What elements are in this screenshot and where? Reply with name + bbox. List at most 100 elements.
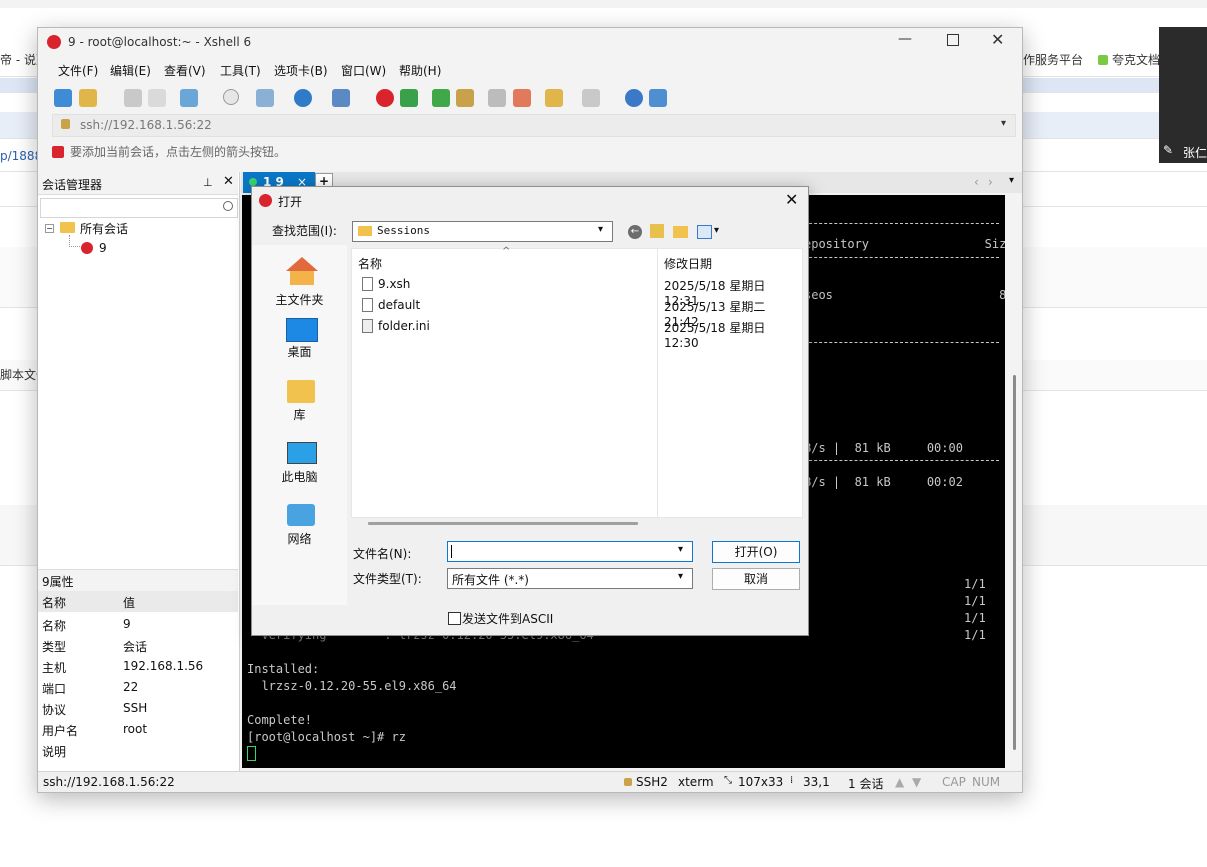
open-button[interactable]: 打开(O) xyxy=(712,541,800,563)
address-input[interactable]: ssh://192.168.1.56:22 xyxy=(80,118,212,132)
terminal-line: epository Size xyxy=(804,237,1005,251)
menu-view[interactable]: 查看(V) xyxy=(164,62,206,79)
properties-title: 9属性 xyxy=(42,575,74,589)
arrow-up-icon[interactable]: ▲ xyxy=(895,775,904,789)
close-panel-icon[interactable]: ✕ xyxy=(223,174,234,189)
up-folder-icon[interactable] xyxy=(650,224,664,238)
toolbar xyxy=(38,84,1022,112)
connected-status-icon xyxy=(249,178,257,186)
property-value: 会话 xyxy=(123,640,148,654)
globe-icon[interactable] xyxy=(294,89,312,107)
list-item[interactable]: folder.ini 2025/5/18 星期日 12:30 xyxy=(352,317,802,350)
folder-icon xyxy=(358,226,372,236)
place-label: 网络 xyxy=(287,532,312,546)
lookin-combobox[interactable]: Sessions ▾ xyxy=(352,221,613,242)
bookmark-arrow-icon[interactable] xyxy=(52,146,64,158)
list-item[interactable]: default 2025/5/13 星期二 21:42 xyxy=(352,296,802,329)
search-icon[interactable] xyxy=(223,201,233,211)
column-header-name[interactable]: 名称 xyxy=(358,255,382,272)
place-network[interactable]: 网络 xyxy=(252,501,347,561)
bookmark-label: 夸克文档 xyxy=(1112,53,1161,67)
layout-icon[interactable] xyxy=(582,89,600,107)
property-value: SSH xyxy=(123,701,148,715)
session-manager-panel: 会话管理器 ⊥ ✕ − 所有会话 9 9属性 名称 值 名称 9 类型 会话 主机 1… xyxy=(38,172,240,771)
reconnect-icon[interactable] xyxy=(180,89,198,107)
list-item[interactable]: 9.xsh 2025/5/18 星期日 12:31 xyxy=(352,275,802,308)
filetype-combobox[interactable]: 所有文件 (*.*) ▾ xyxy=(447,568,693,589)
bg-bookmark: 夸克文档 xyxy=(1098,51,1160,68)
menu-help[interactable]: 帮助(H) xyxy=(399,62,441,79)
pin-icon[interactable]: ⊥ xyxy=(203,176,213,189)
address-dropdown-icon[interactable]: ▾ xyxy=(1001,118,1006,129)
place-label: 库 xyxy=(293,408,306,422)
copy-icon[interactable] xyxy=(256,89,274,107)
status-term: xterm xyxy=(678,775,714,789)
place-desktop[interactable]: 桌面 xyxy=(252,315,347,375)
dialog-close-button[interactable]: ✕ xyxy=(785,190,798,209)
help-icon[interactable] xyxy=(625,89,643,107)
title-bar: 9 - root@localhost:~ - Xshell 6 — ✕ xyxy=(38,28,1022,57)
lock-icon xyxy=(61,119,70,129)
fullscreen-icon[interactable] xyxy=(432,89,450,107)
address-bar[interactable]: ssh://192.168.1.56:22 ▾ xyxy=(52,114,1016,137)
horizontal-scrollbar[interactable] xyxy=(368,522,638,525)
back-icon[interactable]: ← xyxy=(628,225,642,239)
disconnect-icon[interactable] xyxy=(148,89,166,107)
file-date: 2025/5/18 星期日 12:30 xyxy=(664,321,766,350)
chevron-down-icon[interactable]: ▾ xyxy=(714,225,719,236)
new-session-icon[interactable] xyxy=(54,89,72,107)
scrollbar-thumb[interactable] xyxy=(1013,375,1016,750)
filetype-label: 文件类型(T): xyxy=(353,572,422,586)
column-header-date[interactable]: 修改日期 xyxy=(664,255,712,272)
terminal-line: 1/1 xyxy=(964,577,986,591)
tab-menu-icon[interactable]: ▾ xyxy=(1009,175,1014,186)
table-row: 端口 22 xyxy=(38,677,238,698)
chevron-down-icon[interactable]: ▾ xyxy=(678,544,683,555)
close-button[interactable]: ✕ xyxy=(991,30,1004,49)
tab-scroll-right-icon[interactable]: › xyxy=(988,175,993,189)
cancel-button[interactable]: 取消 xyxy=(712,568,800,590)
place-home[interactable]: 主文件夹 xyxy=(252,251,347,311)
keyboard-icon[interactable] xyxy=(488,89,506,107)
terminal-scrollbar[interactable] xyxy=(1006,195,1022,768)
filename-input[interactable]: ▾ xyxy=(447,541,693,562)
session-search-input[interactable] xyxy=(40,198,238,218)
font-icon[interactable] xyxy=(332,89,350,107)
tab-scroll-left-icon[interactable]: ‹ xyxy=(974,175,979,189)
place-this-pc[interactable]: 此电脑 xyxy=(252,439,347,499)
minimize-button[interactable]: — xyxy=(898,31,912,47)
computer-icon xyxy=(287,442,317,464)
terminal-line: 1/1 xyxy=(964,611,986,625)
property-value: 9 xyxy=(123,617,131,631)
menu-window[interactable]: 窗口(W) xyxy=(341,62,386,79)
property-name: 类型 xyxy=(42,640,67,654)
menu-edit[interactable]: 编辑(E) xyxy=(110,62,151,79)
home-icon xyxy=(286,257,318,271)
ascii-checkbox[interactable] xyxy=(448,612,461,625)
place-library[interactable]: 库 xyxy=(252,377,347,437)
lock-icon[interactable] xyxy=(456,89,474,107)
chat-icon[interactable] xyxy=(649,89,667,107)
terminal-line: B/s | 81 kB 00:02 xyxy=(804,475,963,489)
collapse-icon[interactable]: − xyxy=(45,224,54,233)
tree-session-item[interactable]: 9 xyxy=(99,241,107,255)
new-folder-icon[interactable] xyxy=(673,226,688,238)
mic-off-icon: ✎ xyxy=(1163,143,1174,157)
menu-tools[interactable]: 工具(T) xyxy=(220,62,261,79)
table-row: 协议 SSH xyxy=(38,698,238,719)
tree-folder-all-sessions[interactable]: 所有会话 xyxy=(80,220,128,237)
table-row: 主机 192.168.1.56 xyxy=(38,656,238,677)
view-menu-icon[interactable] xyxy=(697,225,712,239)
xftp-icon[interactable] xyxy=(400,89,418,107)
maximize-button[interactable] xyxy=(947,34,959,46)
pen-icon[interactable] xyxy=(513,89,531,107)
search-icon[interactable] xyxy=(223,89,239,105)
open-folder-icon[interactable] xyxy=(79,89,97,107)
arrow-down-icon[interactable]: ▼ xyxy=(912,775,921,789)
xshell-icon[interactable] xyxy=(376,89,394,107)
menu-file[interactable]: 文件(F) xyxy=(58,62,98,79)
file-icon xyxy=(362,298,373,312)
add-folder-icon[interactable] xyxy=(545,89,563,107)
connect-icon[interactable] xyxy=(124,89,142,107)
menu-tabs[interactable]: 选项卡(B) xyxy=(274,62,328,79)
